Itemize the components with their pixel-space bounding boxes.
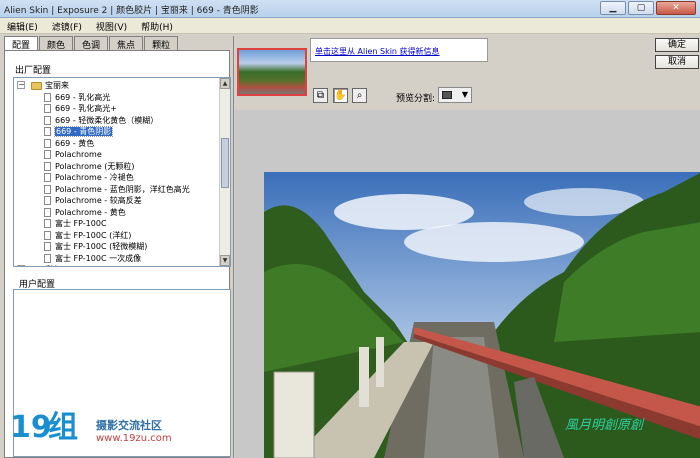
preset-icon [44, 185, 51, 194]
preset-icon [44, 116, 51, 125]
tree-item[interactable]: 富士 FP-100C (轻微模糊) [44, 241, 147, 252]
tree-item[interactable]: Polachrome - 冷褪色 [44, 172, 134, 183]
window-title: Alien Skin | Exposure 2 | 颜色胶片 | 宝丽来 | 6… [4, 6, 259, 16]
tree-item[interactable]: 富士 FP-100C [44, 218, 107, 229]
preset-icon [44, 93, 51, 102]
alien-skin-news-link[interactable]: 单击这里从 Alien Skin 获得新信息 [315, 46, 440, 57]
title-bar: Alien Skin | Exposure 2 | 颜色胶片 | 宝丽来 | 6… [0, 0, 700, 18]
scroll-down-icon[interactable]: ▼ [220, 255, 230, 266]
watermark-number: 19 [10, 410, 52, 445]
tree-item[interactable]: 669 - 乳化高光 [44, 92, 110, 103]
close-button[interactable]: ✕ [656, 1, 696, 15]
expand-icon[interactable]: + [17, 265, 25, 266]
tab-settings[interactable]: 配置 [4, 36, 39, 51]
tab-strip: 配置 颜色 色调 焦点 颗粒 [4, 36, 179, 51]
site-watermark: 19 组 摄影交流社区 www.19zu.com [8, 413, 208, 453]
menu-filter[interactable]: 滤镜(F) [45, 18, 89, 33]
preset-icon [44, 173, 51, 182]
preset-icon [44, 104, 51, 113]
watermark-char: 组 [48, 410, 78, 445]
preset-icon [44, 139, 51, 148]
scroll-up-icon[interactable]: ▲ [220, 78, 230, 89]
compare-tool-icon[interactable]: ⧉ [313, 88, 328, 103]
tree-item[interactable]: Polachrome [44, 149, 102, 160]
preset-icon [44, 208, 51, 217]
preview-panel: 单击这里从 Alien Skin 获得新信息 ⧉ ✋ ⌕ 预览分割: ▼ 确定 … [233, 36, 700, 458]
tree-item[interactable]: 669 - 乳化高光+ [44, 103, 117, 114]
tree-folder-row[interactable]: − 宝丽来 [17, 80, 69, 91]
info-box: 单击这里从 Alien Skin 获得新信息 [310, 38, 488, 62]
factory-preset-tree[interactable]: − 宝丽来 669 - 乳化高光 669 - 乳化高光+ 669 - 轻微柔化黄… [13, 77, 231, 267]
folder-icon [31, 81, 42, 90]
preset-icon [44, 127, 51, 136]
menu-bar: 编辑(E) 滤镜(F) 视图(V) 帮助(H) [0, 18, 700, 34]
scroll-thumb[interactable] [221, 138, 229, 188]
preview-split-label: 预览分割: [396, 94, 436, 104]
preset-icon [44, 219, 51, 228]
tree-folder-row-partial[interactable]: + 彩色 [17, 264, 61, 266]
menu-help[interactable]: 帮助(H) [134, 18, 180, 33]
tree-item[interactable]: Polachrome - 较高反差 [44, 195, 142, 206]
tab-focus[interactable]: 焦点 [109, 36, 144, 51]
chevron-down-icon: ▼ [461, 90, 468, 99]
preset-icon [44, 231, 51, 240]
ok-button[interactable]: 确定 [655, 38, 699, 52]
tab-color[interactable]: 颜色 [39, 36, 74, 51]
tab-tone[interactable]: 色调 [74, 36, 109, 51]
tree-item[interactable]: Polachrome - 黄色 [44, 207, 126, 218]
tree-item[interactable]: 669 - 黄色 [44, 138, 94, 149]
maximize-button[interactable]: ▢ [628, 1, 654, 15]
folder-label: 宝丽来 [45, 81, 69, 90]
minimize-button[interactable]: ▁ [600, 1, 626, 15]
tree-scrollbar[interactable]: ▲ ▼ [219, 78, 230, 266]
tab-content: 出厂配置 − 宝丽来 669 - 乳化高光 669 - 乳化高光+ 669 - … [4, 50, 231, 458]
tree-item-selected[interactable]: 669 - 青色阴影 [44, 126, 114, 137]
factory-presets-label: 出厂配置 [15, 66, 52, 76]
split-mode-swatch [442, 91, 452, 99]
tree-item[interactable]: 669 - 轻微柔化黄色（模糊） [44, 115, 158, 126]
preset-icon [44, 162, 51, 171]
watermark-signature: 風月明創原創 [565, 418, 644, 433]
menu-view[interactable]: 视图(V) [89, 18, 134, 33]
tree-item[interactable]: 富士 FP-100C (洋红) [44, 230, 131, 241]
zoom-tool-icon[interactable]: ⌕ [352, 88, 367, 103]
tree-item[interactable]: Polachrome - 蓝色阴影，洋红色高光 [44, 184, 190, 195]
collapse-icon[interactable]: − [17, 81, 25, 89]
watermark-url: www.19zu.com [96, 433, 172, 444]
preset-icon [44, 254, 51, 263]
preset-icon [44, 242, 51, 251]
tree-item[interactable]: 富士 FP-100C 一次成像 [44, 253, 141, 264]
navigator-thumbnail[interactable] [237, 48, 307, 96]
cancel-button[interactable]: 取消 [655, 55, 699, 69]
tree-item[interactable]: Polachrome (无颗粒) [44, 161, 135, 172]
tab-grain[interactable]: 颗粒 [144, 36, 179, 51]
watermark-community: 摄影交流社区 [96, 419, 162, 432]
preview-canvas[interactable] [235, 110, 700, 458]
preview-split-dropdown[interactable]: ▼ [438, 87, 472, 103]
settings-panel: 配置 颜色 色调 焦点 颗粒 出厂配置 − 宝丽来 669 - 乳化高光 669… [2, 36, 232, 458]
preset-icon [44, 196, 51, 205]
preset-icon [44, 150, 51, 159]
hand-tool-icon[interactable]: ✋ [333, 88, 348, 103]
folder-icon [31, 265, 42, 266]
menu-edit[interactable]: 编辑(E) [0, 18, 45, 33]
